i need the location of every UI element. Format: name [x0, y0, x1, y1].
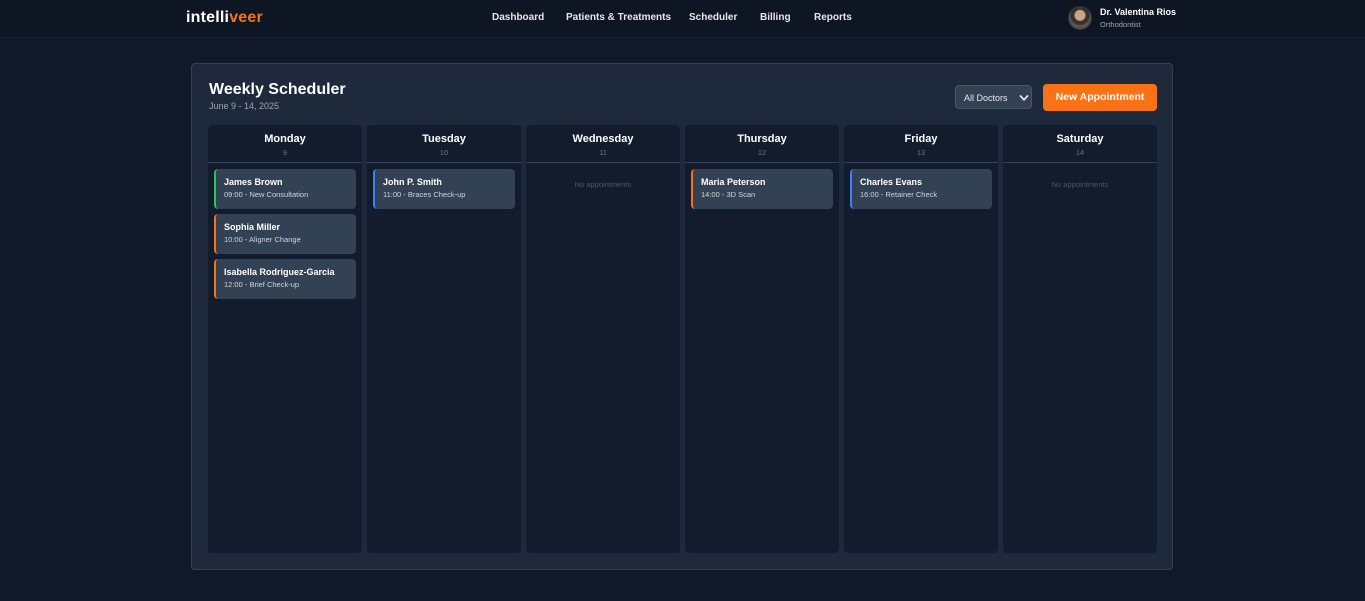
top-navigation-bar: intelliveer Dashboard Patients & Treatme… [0, 0, 1365, 38]
day-name: Friday [904, 133, 938, 145]
date-range: June 9 - 14, 2025 [209, 101, 280, 111]
nav-dashboard[interactable]: Dashboard [492, 12, 544, 23]
user-name: Dr. Valentina Rios [1100, 7, 1177, 17]
appointment-time-type: 16:00 - Retainer Check [860, 190, 938, 199]
appointment-patient-name: James Brown [224, 177, 283, 187]
day-date: 11 [599, 148, 607, 157]
appointment-card[interactable]: Sophia Miller 10:00 - Aligner Change [214, 214, 356, 254]
appointment-time: 12:00 [224, 280, 243, 289]
appointment-patient-name: Charles Evans [860, 177, 923, 187]
appointment-patient-name: Isabella Rodriguez-Garcia [224, 267, 335, 277]
day-date: 12 [757, 148, 767, 157]
appointment-card[interactable]: James Brown 09:00 - New Consultation [214, 169, 356, 209]
doctor-filter-select[interactable]: All Doctors [955, 85, 1032, 109]
new-appointment-button[interactable]: New Appointment [1043, 84, 1157, 111]
appointment-time: 16:00 [860, 190, 879, 199]
appointment-patient-name: Sophia Miller [224, 222, 281, 232]
appointment-card[interactable]: John P. Smith 11:00 - Braces Check-up [373, 169, 515, 209]
day-column-tuesday[interactable]: Tuesday 10 John P. Smith 11:00 - Braces Che… [367, 125, 521, 553]
appointment-card[interactable]: Maria Peterson 14:00 - 3D Scan [691, 169, 833, 209]
appointment-type: 3D Scan [726, 190, 756, 199]
day-header: Monday 9 [208, 125, 362, 163]
day-column-saturday[interactable]: Saturday 14 No appointments [1003, 125, 1157, 553]
no-appointments-text: No appointments [574, 180, 632, 189]
day-header: Thursday 12 [685, 125, 839, 163]
week-grid: Monday 9 James Brown 09:00 - New Consultati… [208, 125, 1158, 553]
appointment-time-type: 11:00 - Braces Check-up [383, 190, 466, 199]
appointment-type: New Consultation [249, 190, 309, 199]
day-column-thursday[interactable]: Thursday 12 Maria Peterson 14:00 - 3D Scan [685, 125, 839, 553]
nav-billing[interactable]: Billing [760, 12, 791, 23]
appointment-time: 10:00 [224, 235, 243, 244]
chevron-down-icon [1019, 95, 1029, 101]
user-role: Orthodontist [1100, 20, 1141, 29]
doctor-filter-value: All Doctors [964, 93, 1008, 103]
nav-patients-treatments[interactable]: Patients & Treatments [566, 12, 671, 23]
day-name: Monday [264, 133, 306, 145]
appointment-patient-name: John P. Smith [383, 177, 442, 187]
appointment-type: Retainer Check [885, 190, 938, 199]
appointment-time-type: 09:00 - New Consultation [224, 190, 309, 199]
appointment-time-type: 10:00 - Aligner Change [224, 235, 301, 244]
day-header: Tuesday 10 [367, 125, 521, 163]
appointment-card[interactable]: Isabella Rodriguez-Garcia 12:00 - Brief C… [214, 259, 356, 299]
user-profile[interactable]: Dr. Valentina Rios Orthodontist [1068, 6, 1268, 32]
day-header: Saturday 14 [1003, 125, 1157, 163]
day-name: Saturday [1056, 133, 1104, 145]
appointment-type: Aligner Change [249, 235, 301, 244]
appointment-time: 14:00 [701, 190, 720, 199]
day-column-wednesday[interactable]: Wednesday 11 No appointments [526, 125, 680, 553]
day-column-friday[interactable]: Friday 13 Charles Evans 16:00 - Retainer Ch… [844, 125, 998, 553]
nav-scheduler[interactable]: Scheduler [689, 12, 737, 23]
appointment-time: 11:00 [383, 190, 402, 199]
appointment-time-type: 14:00 - 3D Scan [701, 190, 756, 199]
appointment-type: Brief Check-up [249, 280, 300, 289]
day-header: Wednesday 11 [526, 125, 680, 163]
day-date: 10 [439, 148, 449, 157]
appointment-patient-name: Maria Peterson [701, 177, 766, 187]
appointment-time-type: 12:00 - Brief Check-up [224, 280, 300, 289]
day-column-monday[interactable]: Monday 9 James Brown 09:00 - New Consultati… [208, 125, 362, 553]
avatar[interactable] [1068, 6, 1092, 30]
appointment-card[interactable]: Charles Evans 16:00 - Retainer Check [850, 169, 992, 209]
day-name: Wednesday [572, 133, 634, 145]
page-title: Weekly Scheduler [209, 81, 346, 98]
appointment-time: 09:00 [224, 190, 243, 199]
weekly-scheduler-panel: Weekly Scheduler June 9 - 14, 2025 All D… [191, 63, 1173, 570]
day-date: 13 [916, 148, 926, 157]
day-name: Tuesday [422, 133, 466, 145]
day-header: Friday 13 [844, 125, 998, 163]
day-date: 9 [282, 148, 288, 157]
nav-reports[interactable]: Reports [814, 12, 852, 23]
day-date: 14 [1075, 148, 1085, 157]
no-appointments-text: No appointments [1051, 180, 1109, 189]
appointment-type: Braces Check-up [407, 190, 466, 199]
day-name: Thursday [737, 133, 787, 145]
